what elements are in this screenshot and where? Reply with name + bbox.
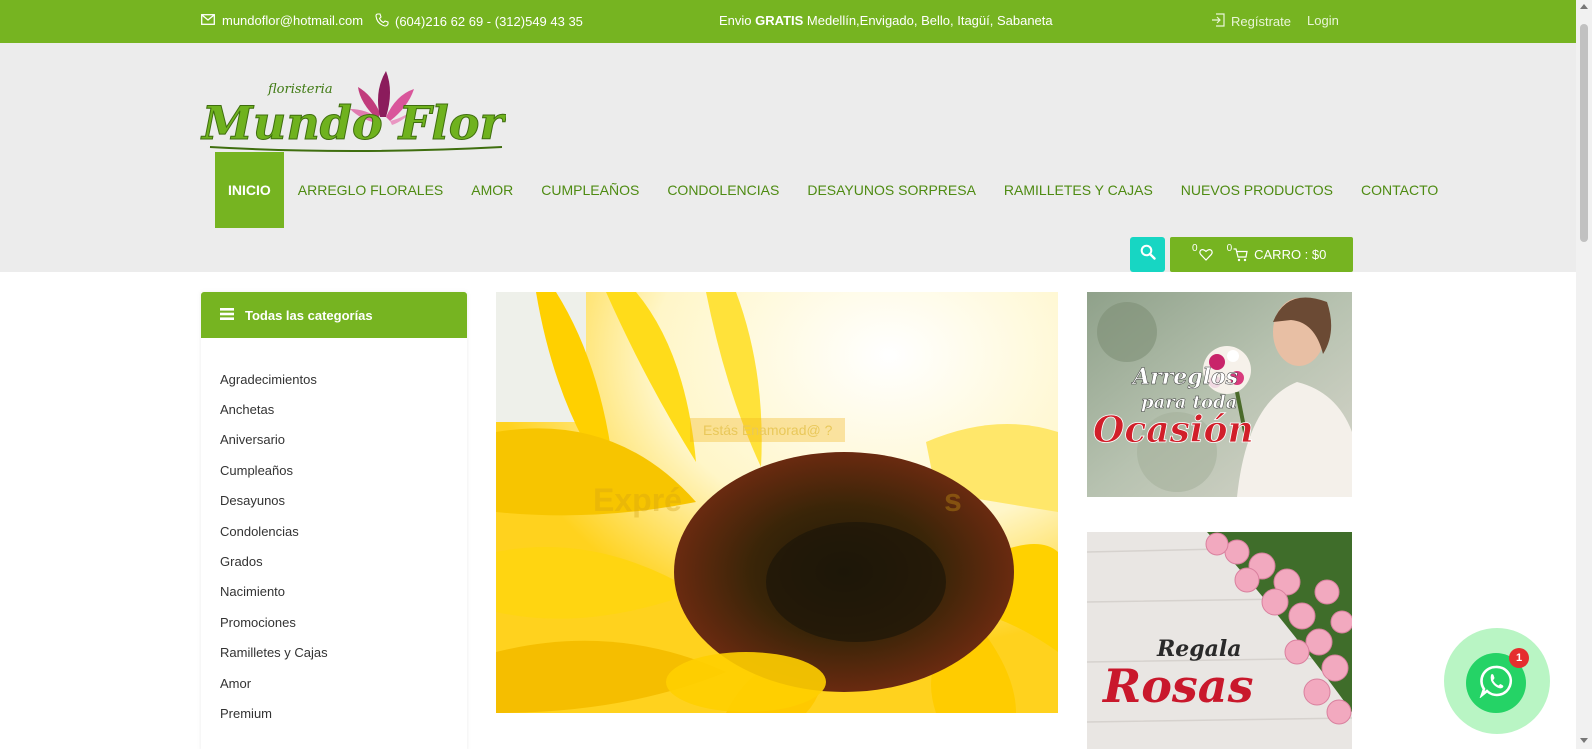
shipping-cities: Medellín,Envigado, Bello, Itagüí, Sabane… [803, 13, 1053, 28]
cart-widget[interactable]: 0 0 CARRO : $0 [1170, 237, 1353, 272]
nav-inicio[interactable]: INICIO [215, 152, 284, 228]
roses-image: Regala Rosas [1087, 532, 1352, 749]
nav-arreglo-florales[interactable]: ARREGLO FLORALES [284, 152, 458, 228]
cart-total: CARRO : $0 [1254, 247, 1327, 262]
category-title: Todas las categorías [245, 307, 373, 323]
hero-title: Expré s [593, 482, 962, 519]
nav-contacto[interactable]: CONTACTO [1347, 152, 1452, 228]
category-item[interactable]: Aniversario [201, 425, 467, 455]
banner-rosas[interactable]: Regala Rosas [1087, 532, 1352, 749]
whatsapp-icon [1479, 664, 1513, 703]
category-item[interactable]: Promociones [201, 607, 467, 637]
contact-email[interactable]: mundoflor@hotmail.com [201, 13, 363, 28]
hero-title-left: Expré [593, 482, 682, 518]
category-item[interactable]: Premium [201, 698, 467, 728]
category-item[interactable]: Desayunos [201, 486, 467, 516]
category-item[interactable]: Nacimiento [201, 577, 467, 607]
header: floristeria Mundo Flor INICIO ARREGLO FL… [0, 43, 1576, 272]
category-header[interactable]: Todas las categorías [201, 292, 467, 338]
hero-slider[interactable]: Estás Enamorad@ ? Expré s [496, 292, 1058, 713]
main-nav: INICIO ARREGLO FLORALES AMOR CUMPLEAÑOS … [215, 152, 1452, 228]
email-text: mundoflor@hotmail.com [222, 13, 364, 28]
scroll-down-arrow[interactable] [1580, 738, 1588, 743]
category-item[interactable]: Grados [201, 546, 467, 576]
heart-icon[interactable] [1198, 248, 1213, 261]
svg-text:floristeria: floristeria [267, 82, 333, 97]
register-label: Regístrate [1231, 14, 1291, 29]
search-icon [1140, 244, 1156, 265]
svg-text:Mundo Flor: Mundo Flor [200, 96, 506, 150]
register-link[interactable]: Regístrate [1211, 13, 1291, 30]
wishlist-count: 0 [1192, 243, 1198, 254]
logo[interactable]: floristeria Mundo Flor [200, 65, 508, 155]
envelope-icon [201, 13, 215, 28]
category-list: Agradecimientos Anchetas Aniversario Cum… [201, 338, 467, 729]
top-bar: mundoflor@hotmail.com (604)216 62 69 - (… [0, 0, 1576, 43]
contact-phone[interactable]: (604)216 62 69 - (312)549 43 35 [375, 13, 583, 30]
svg-text:Arreglos: Arreglos [1131, 364, 1238, 390]
bride-image: Arreglos para toda Ocasión [1087, 292, 1352, 497]
category-item[interactable]: Anchetas [201, 394, 467, 424]
category-item[interactable]: Amor [201, 668, 467, 698]
scrollbar-thumb[interactable] [1580, 24, 1588, 242]
sign-in-icon [1211, 13, 1225, 30]
svg-text:Ocasión: Ocasión [1093, 409, 1254, 451]
hero-title-right: s [943, 482, 962, 518]
shipping-free: GRATIS [755, 13, 804, 28]
nav-nuevos-productos[interactable]: NUEVOS PRODUCTOS [1167, 152, 1347, 228]
category-item[interactable]: Cumpleaños [201, 455, 467, 485]
nav-amor[interactable]: AMOR [457, 152, 527, 228]
login-link[interactable]: Login [1307, 13, 1339, 28]
cart-icon [1233, 247, 1248, 262]
shipping-prefix: Envio [719, 13, 756, 28]
shipping-notice: Envio GRATIS Medellín,Envigado, Bello, I… [719, 13, 1053, 28]
category-item[interactable]: Condolencias [201, 516, 467, 546]
banner-arreglos[interactable]: Arreglos para toda Ocasión [1087, 292, 1352, 497]
category-sidebar: Todas las categorías Agradecimientos Anc… [201, 292, 467, 749]
cart-count: 0 [1226, 243, 1233, 254]
search-button[interactable] [1130, 237, 1165, 272]
whatsapp-badge: 1 [1509, 648, 1529, 668]
phone-text: (604)216 62 69 - (312)549 43 35 [395, 14, 583, 29]
category-item[interactable]: Ramilletes y Cajas [201, 638, 467, 668]
scroll-up-arrow[interactable] [1580, 4, 1588, 9]
hero-tagline: Estás Enamorad@ ? [690, 418, 846, 442]
phone-icon [375, 13, 389, 30]
nav-ramilletes-y-cajas[interactable]: RAMILLETES Y CAJAS [990, 152, 1167, 228]
nav-cumpleanos[interactable]: CUMPLEAÑOS [527, 152, 653, 228]
scrollbar[interactable] [1576, 0, 1592, 749]
nav-desayunos-sorpresa[interactable]: DESAYUNOS SORPRESA [793, 152, 990, 228]
nav-condolencias[interactable]: CONDOLENCIAS [653, 152, 793, 228]
category-item[interactable]: Agradecimientos [201, 364, 467, 394]
menu-icon [220, 307, 234, 323]
svg-text:Rosas: Rosas [1101, 659, 1254, 713]
